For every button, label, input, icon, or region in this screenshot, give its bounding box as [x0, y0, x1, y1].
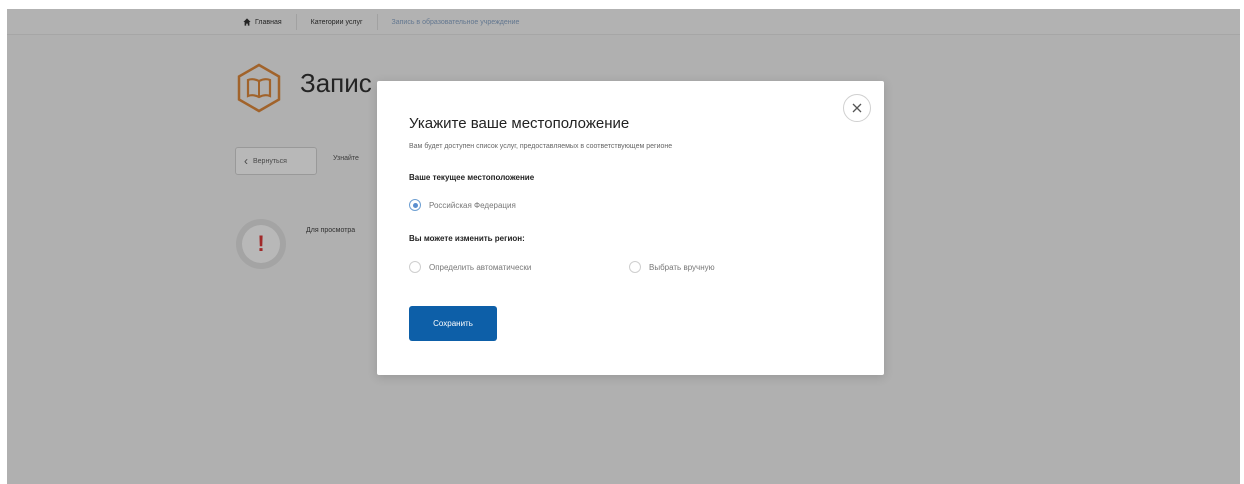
current-location-label: Российская Федерация — [429, 200, 516, 210]
auto-detect-option[interactable]: Определить автоматически — [409, 261, 531, 273]
current-location-option[interactable]: Российская Федерация — [409, 199, 516, 211]
manual-select-radio[interactable] — [629, 261, 641, 273]
auto-detect-radio[interactable] — [409, 261, 421, 273]
auto-detect-label: Определить автоматически — [429, 262, 532, 272]
current-location-radio[interactable] — [409, 199, 421, 211]
radio-dot — [412, 202, 418, 208]
close-button[interactable] — [843, 94, 871, 122]
modal-title: Укажите ваше местоположение — [409, 115, 630, 132]
current-location-heading: Ваше текущее местоположение — [409, 173, 535, 182]
change-region-heading: Вы можете изменить регион: — [409, 234, 525, 243]
close-icon — [852, 103, 862, 113]
modal-subtitle: Вам будет доступен список услуг, предост… — [409, 143, 673, 150]
save-button[interactable]: Сохранить — [409, 306, 497, 341]
manual-select-option[interactable]: Выбрать вручную — [629, 261, 715, 273]
manual-select-label: Выбрать вручную — [649, 262, 715, 272]
location-modal: Укажите ваше местоположение Вам будет до… — [377, 81, 884, 375]
